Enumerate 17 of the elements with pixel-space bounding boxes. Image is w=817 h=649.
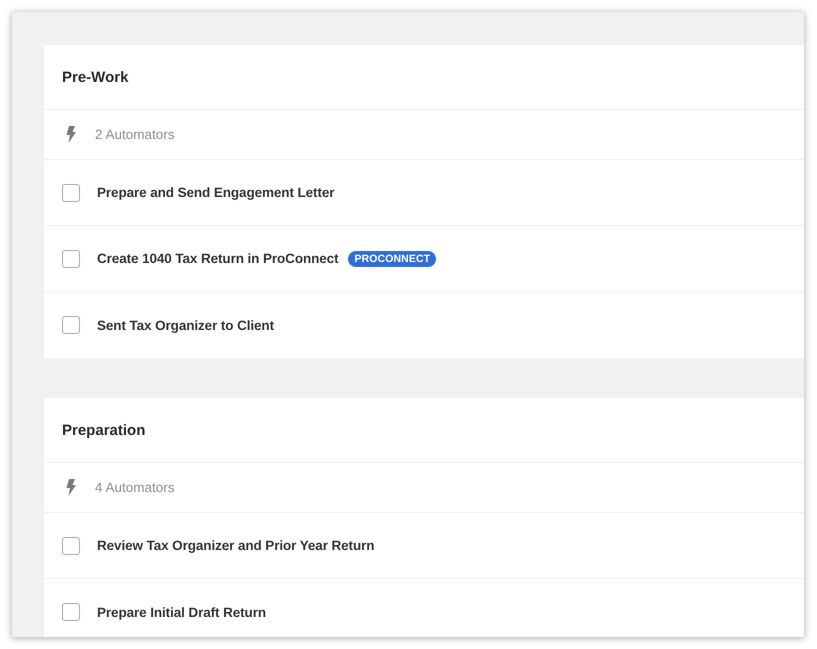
task-label: Review Tax Organizer and Prior Year Return [97,538,374,553]
checkbox[interactable] [62,603,80,621]
task-label: Sent Tax Organizer to Client [97,318,274,332]
section-title: Pre-Work [62,68,128,86]
section-title: Preparation [62,422,146,438]
automators-count[interactable]: 4 Automators [95,480,175,495]
lightning-bolt-icon [66,479,76,496]
checkbox[interactable] [62,316,80,334]
checkbox[interactable] [62,184,80,202]
tag-label: PROCONNECT [348,250,436,266]
task-label: Prepare Initial Draft Return [97,604,266,620]
checkbox[interactable] [62,536,80,554]
task-label: Prepare and Send Engagement Letter [97,185,334,200]
task-label: Create 1040 Tax Return in ProConnect [97,251,338,266]
checkbox[interactable] [62,250,80,268]
automators-count[interactable]: 2 Automators [95,127,175,142]
lightning-bolt-icon [66,126,76,143]
